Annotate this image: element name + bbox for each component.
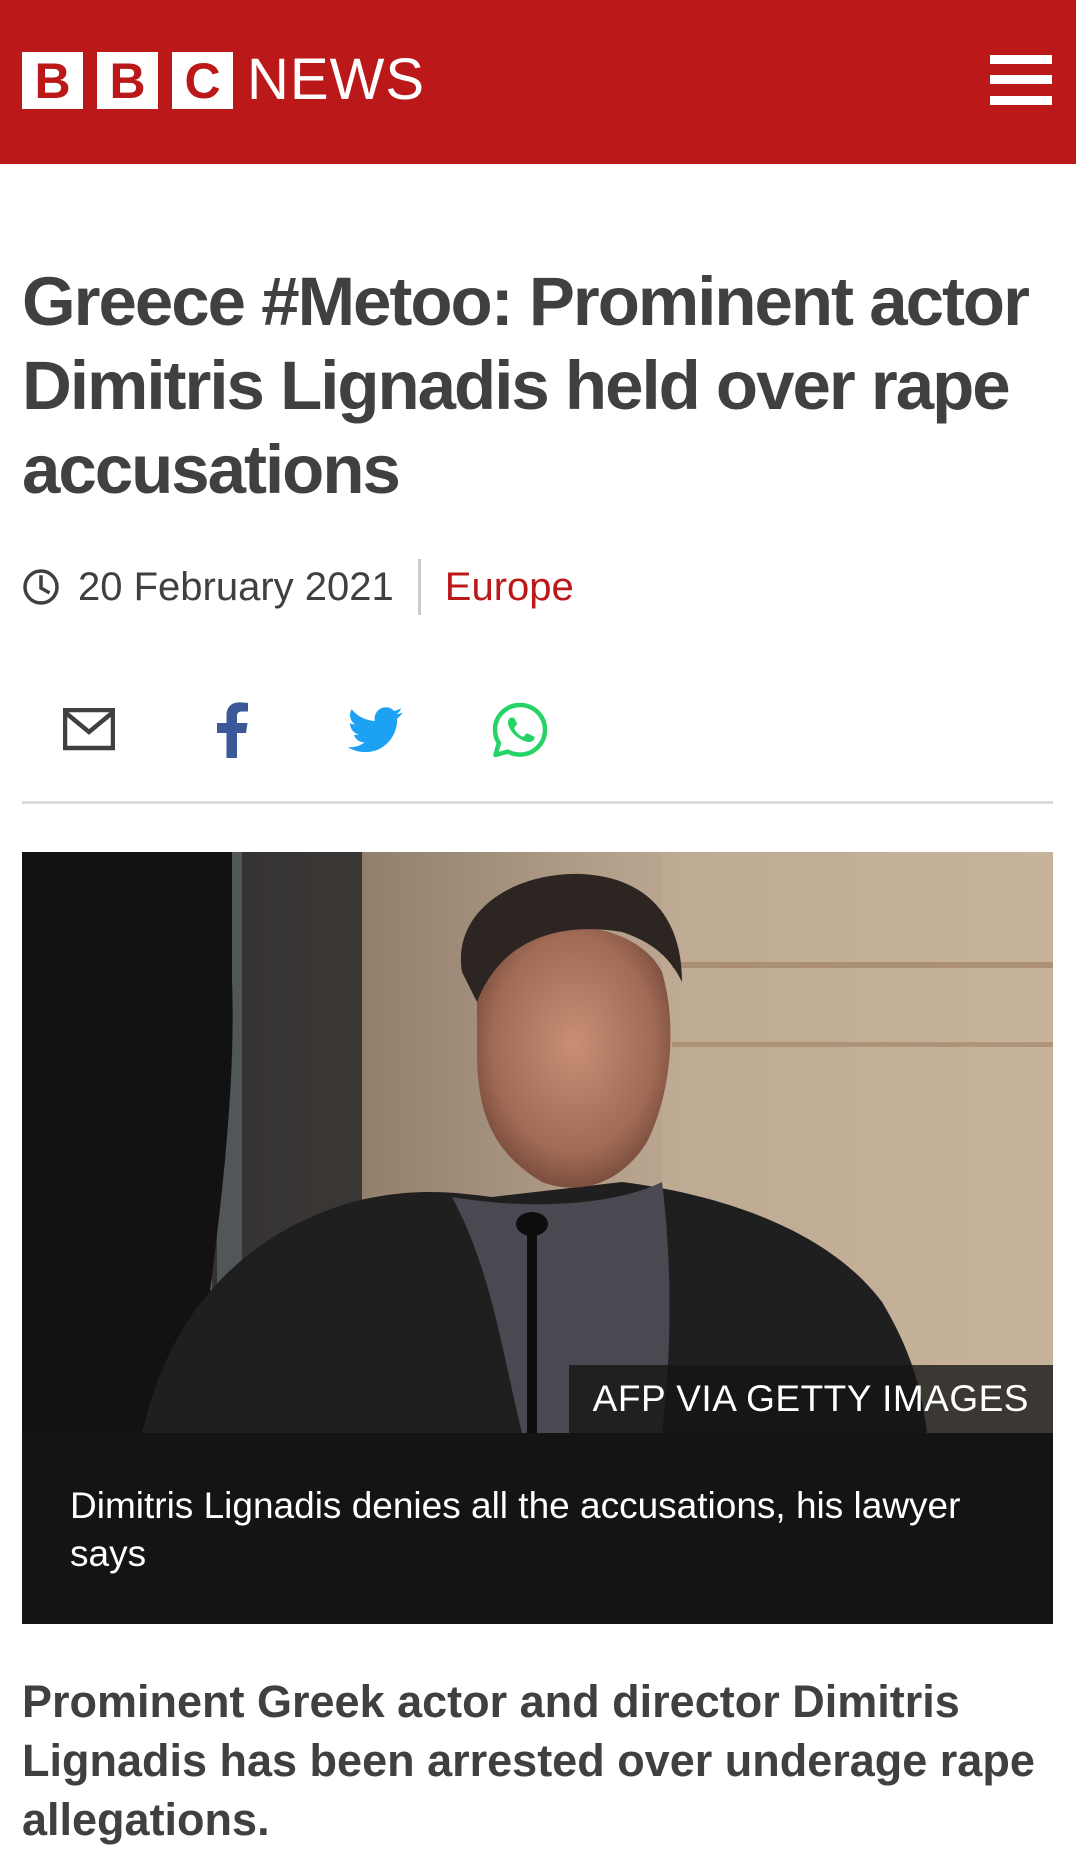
share-divider <box>22 801 1053 804</box>
article-meta: 20 February 2021 Europe <box>22 559 574 615</box>
article-headline: Greece #Metoo: Prominent actor Dimitris … <box>22 263 1030 508</box>
whatsapp-icon <box>492 702 548 758</box>
bbc-news-logo[interactable]: B B C <box>22 52 233 109</box>
hamburger-menu-icon[interactable] <box>990 55 1052 105</box>
image-credit: AFP VIA GETTY IMAGES <box>568 1365 1053 1433</box>
facebook-share-button[interactable] <box>192 690 272 770</box>
article-figure: AFP VIA GETTY IMAGES Dimitris Lignadis d… <box>22 852 1053 1624</box>
section-link-europe[interactable]: Europe <box>445 562 574 612</box>
email-share-button[interactable] <box>49 690 129 770</box>
photo-image <box>22 852 1053 1433</box>
logo-news-word: NEWS <box>247 47 425 112</box>
twitter-share-button[interactable] <box>336 690 416 770</box>
article-page: B B C NEWS Greece #Metoo: Prominent acto… <box>0 0 1076 1854</box>
whatsapp-share-button[interactable] <box>480 690 560 770</box>
logo-letter-b2: B <box>97 52 158 109</box>
article-photo <box>22 852 1053 1433</box>
masthead: B B C NEWS <box>0 0 1076 164</box>
facebook-icon <box>217 702 248 758</box>
logo-letter-b1: B <box>22 52 83 109</box>
meta-divider <box>417 559 421 615</box>
clock-icon <box>23 569 59 605</box>
article-intro: Prominent Greek actor and director Dimit… <box>22 1676 1035 1845</box>
email-icon <box>63 708 115 751</box>
twitter-icon <box>348 707 403 753</box>
publish-date: 20 February 2021 <box>78 565 394 609</box>
image-caption: Dimitris Lignadis denies all the accusat… <box>70 1485 961 1574</box>
logo-letter-c: C <box>172 52 233 109</box>
